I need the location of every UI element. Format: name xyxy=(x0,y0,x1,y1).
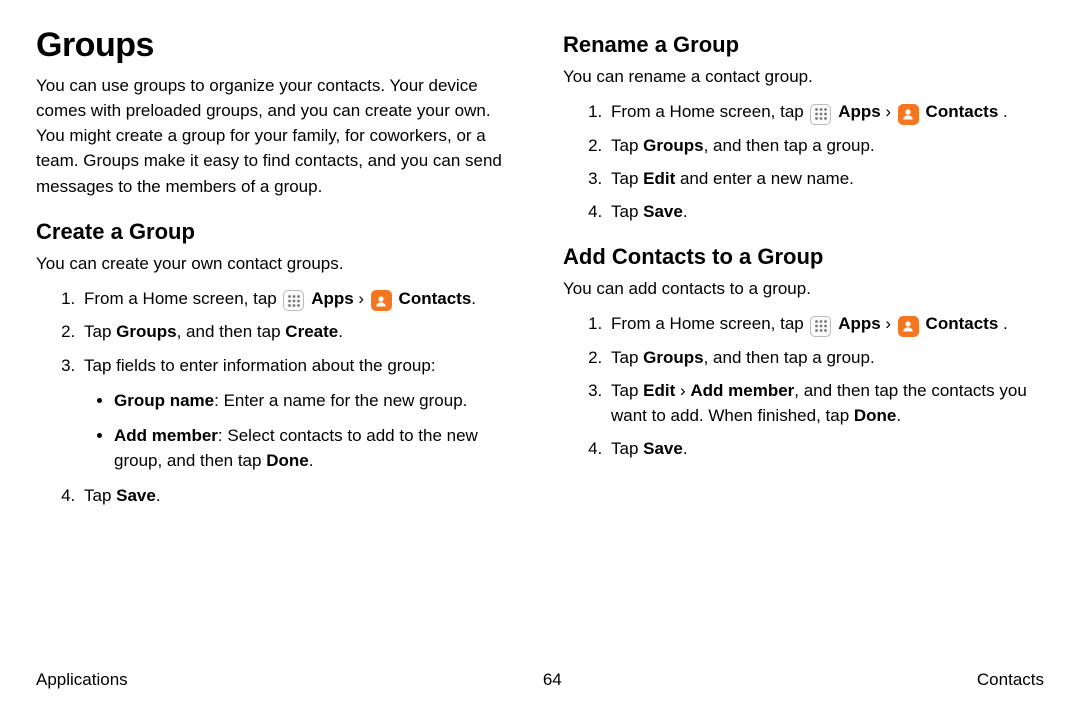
done-label: Done xyxy=(854,406,897,425)
bullet-add-member: Add member: Select contacts to add to th… xyxy=(114,423,517,473)
step-text: Tap xyxy=(611,202,643,221)
contacts-icon xyxy=(898,316,919,337)
apps-icon xyxy=(810,104,831,125)
period: . xyxy=(309,451,314,470)
step-text: From a Home screen, tap xyxy=(611,102,808,121)
bullet-text: : Enter a name for the new group. xyxy=(214,391,467,410)
separator: › xyxy=(354,289,369,308)
rename-step-1: From a Home screen, tap Apps › Contacts … xyxy=(607,99,1044,125)
period: . xyxy=(683,202,688,221)
create-group-steps: From a Home screen, tap Apps › Contacts.… xyxy=(36,286,517,508)
save-label: Save xyxy=(116,486,156,505)
bullet-group-name: Group name: Enter a name for the new gro… xyxy=(114,388,517,413)
step-text: Tap fields to enter information about th… xyxy=(84,356,436,375)
apps-label: Apps xyxy=(838,102,881,121)
page-title: Groups xyxy=(36,26,517,65)
page-footer: Applications 64 Contacts xyxy=(36,654,1044,690)
edit-label: Edit xyxy=(643,381,675,400)
period: . xyxy=(156,486,161,505)
step-text: Tap xyxy=(611,381,643,400)
groups-label: Groups xyxy=(643,136,703,155)
step-text: , and then tap xyxy=(177,322,286,341)
step-text: and enter a new name. xyxy=(675,169,854,188)
create-step-2: Tap Groups, and then tap Create. xyxy=(80,319,517,344)
rename-group-intro: You can rename a contact group. xyxy=(563,64,1044,89)
step-text: Tap xyxy=(611,136,643,155)
apps-label: Apps xyxy=(311,289,354,308)
groups-intro: You can use groups to organize your cont… xyxy=(36,73,517,199)
page-number: 64 xyxy=(128,670,977,690)
rename-step-4: Tap Save. xyxy=(607,199,1044,224)
add-step-1: From a Home screen, tap Apps › Contacts … xyxy=(607,311,1044,337)
separator: › xyxy=(881,102,896,121)
create-label: Create xyxy=(285,322,338,341)
apps-label: Apps xyxy=(838,314,881,333)
add-contacts-heading: Add Contacts to a Group xyxy=(563,244,1044,270)
step-text: From a Home screen, tap xyxy=(84,289,281,308)
create-step-1: From a Home screen, tap Apps › Contacts. xyxy=(80,286,517,312)
rename-step-3: Tap Edit and enter a new name. xyxy=(607,166,1044,191)
apps-icon xyxy=(283,290,304,311)
footer-right: Contacts xyxy=(977,670,1044,690)
add-step-2: Tap Groups, and then tap a group. xyxy=(607,345,1044,370)
add-contacts-intro: You can add contacts to a group. xyxy=(563,276,1044,301)
apps-icon xyxy=(810,316,831,337)
group-name-label: Group name xyxy=(114,391,214,410)
step-text: Tap xyxy=(84,322,116,341)
period: . xyxy=(338,322,343,341)
add-step-3: Tap Edit › Add member, and then tap the … xyxy=(607,378,1044,428)
step-text: , and then tap a group. xyxy=(704,348,875,367)
separator: › xyxy=(881,314,896,333)
contacts-icon xyxy=(898,104,919,125)
contacts-label: Contacts xyxy=(926,102,999,121)
groups-label: Groups xyxy=(643,348,703,367)
period: . xyxy=(683,439,688,458)
step-text: From a Home screen, tap xyxy=(611,314,808,333)
create-group-intro: You can create your own contact groups. xyxy=(36,251,517,276)
footer-left: Applications xyxy=(36,670,128,690)
add-member-label: Add member xyxy=(690,381,794,400)
step-text: , and then tap a group. xyxy=(704,136,875,155)
rename-step-2: Tap Groups, and then tap a group. xyxy=(607,133,1044,158)
create-step-4: Tap Save. xyxy=(80,483,517,508)
rename-group-steps: From a Home screen, tap Apps › Contacts … xyxy=(563,99,1044,224)
manual-page: Groups You can use groups to organize yo… xyxy=(0,0,1080,720)
save-label: Save xyxy=(643,439,683,458)
groups-label: Groups xyxy=(116,322,176,341)
contacts-label: Contacts xyxy=(399,289,472,308)
add-step-4: Tap Save. xyxy=(607,436,1044,461)
content-columns: Groups You can use groups to organize yo… xyxy=(36,26,1044,654)
rename-group-heading: Rename a Group xyxy=(563,32,1044,58)
create-group-heading: Create a Group xyxy=(36,219,517,245)
step-text: Tap xyxy=(84,486,116,505)
left-column: Groups You can use groups to organize yo… xyxy=(36,26,517,654)
add-contacts-steps: From a Home screen, tap Apps › Contacts … xyxy=(563,311,1044,461)
create-group-fields: Group name: Enter a name for the new gro… xyxy=(84,388,517,473)
right-column: Rename a Group You can rename a contact … xyxy=(563,26,1044,654)
edit-label: Edit xyxy=(643,169,675,188)
step-text: Tap xyxy=(611,439,643,458)
add-member-label: Add member xyxy=(114,426,218,445)
separator: › xyxy=(675,381,690,400)
create-step-3: Tap fields to enter information about th… xyxy=(80,353,517,474)
done-label: Done xyxy=(266,451,309,470)
period: . xyxy=(998,314,1007,333)
contacts-label: Contacts xyxy=(926,314,999,333)
contacts-icon xyxy=(371,290,392,311)
step-text: Tap xyxy=(611,348,643,367)
period: . xyxy=(471,289,476,308)
period: . xyxy=(998,102,1007,121)
save-label: Save xyxy=(643,202,683,221)
period: . xyxy=(896,406,901,425)
step-text: Tap xyxy=(611,169,643,188)
